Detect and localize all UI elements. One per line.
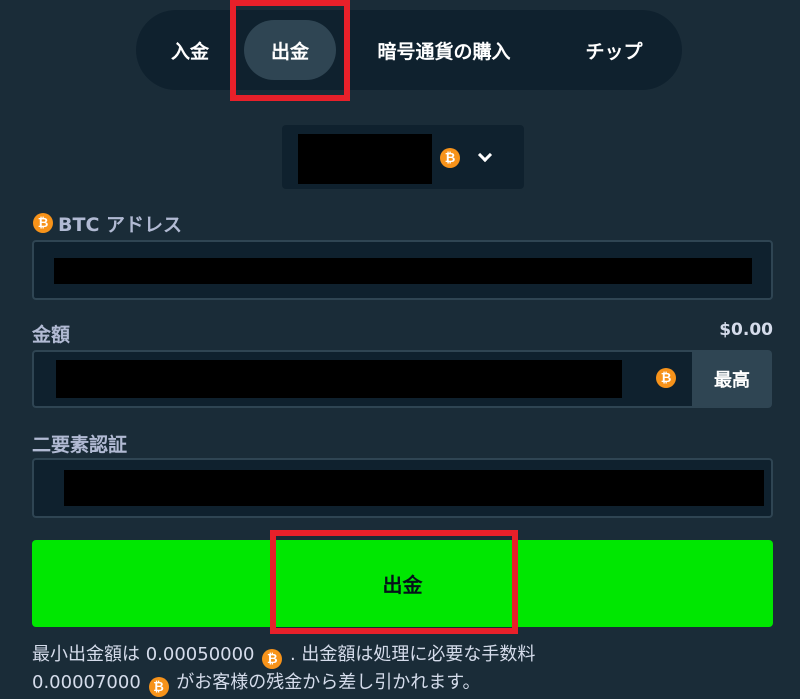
redacted-currency-value bbox=[298, 134, 432, 184]
amount-balance: $0.00 bbox=[719, 320, 773, 340]
withdraw-button[interactable]: 出金 bbox=[32, 540, 773, 627]
tab-deposit[interactable]: 入金 bbox=[150, 20, 230, 80]
footer-fee-amount: 0.00007000 bbox=[32, 672, 141, 693]
redacted-twofa-value bbox=[64, 470, 764, 506]
twofa-label: 二要素認証 bbox=[32, 434, 128, 456]
tab-buy-crypto[interactable]: 暗号通貨の購入 bbox=[354, 20, 534, 80]
bitcoin-icon: ₿ bbox=[148, 677, 169, 697]
bitcoin-icon: ₿ bbox=[440, 148, 460, 168]
redacted-address-value bbox=[54, 258, 752, 284]
address-label: BTC アドレス bbox=[58, 214, 183, 236]
footer-deduct-text: がお客様の残金から差し引かれます。 bbox=[176, 672, 481, 693]
max-button[interactable]: 最高 bbox=[692, 350, 772, 408]
redacted-amount-value bbox=[56, 360, 622, 398]
tab-tip[interactable]: チップ bbox=[564, 20, 664, 80]
footer-min-text: 最小出金額は 0.00050000 bbox=[32, 644, 255, 665]
tab-withdraw[interactable]: 出金 bbox=[244, 20, 336, 80]
amount-label: 金額 bbox=[32, 324, 71, 346]
wallet-tabs: 入金 出金 暗号通貨の購入 チップ bbox=[136, 10, 682, 90]
footer-fee-text: . 出金額は処理に必要な手数料 bbox=[289, 644, 536, 665]
footer-note-line1: 最小出金額は 0.00050000 ₿ . 出金額は処理に必要な手数料 bbox=[32, 640, 535, 669]
bitcoin-icon: ₿ bbox=[33, 213, 53, 233]
footer-note-line2: 0.00007000 ₿ がお客様の残金から差し引かれます。 bbox=[32, 668, 480, 697]
bitcoin-icon: ₿ bbox=[262, 649, 283, 669]
bitcoin-icon: ₿ bbox=[656, 368, 676, 388]
